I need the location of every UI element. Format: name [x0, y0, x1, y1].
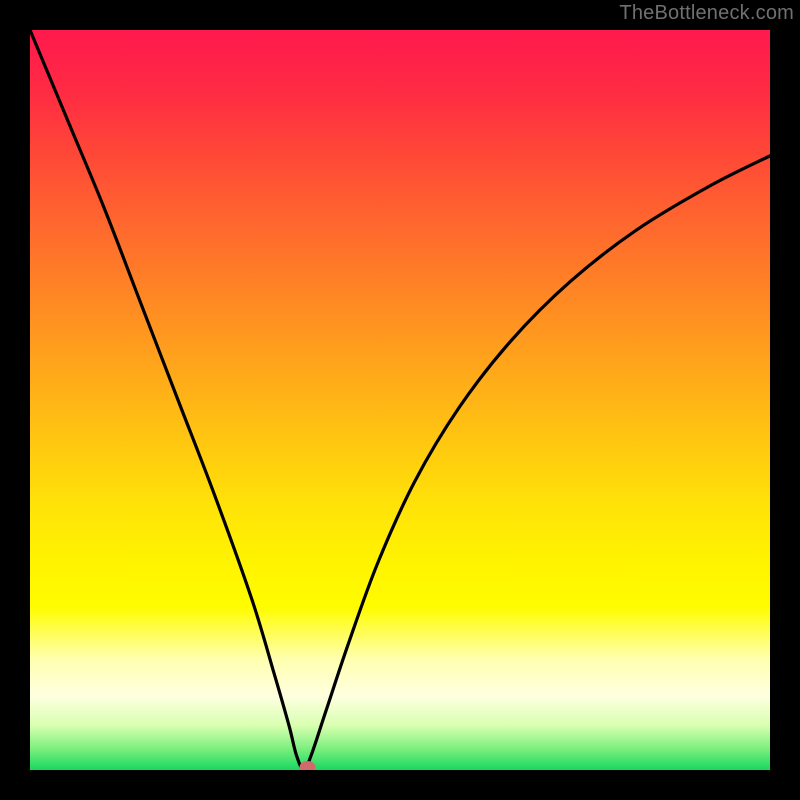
watermark-text: TheBottleneck.com	[619, 2, 794, 25]
optimum-marker	[300, 761, 316, 770]
bottleneck-curve	[30, 30, 770, 770]
plot-area	[30, 30, 770, 770]
curve-svg	[30, 30, 770, 770]
chart-frame: TheBottleneck.com	[0, 0, 800, 800]
